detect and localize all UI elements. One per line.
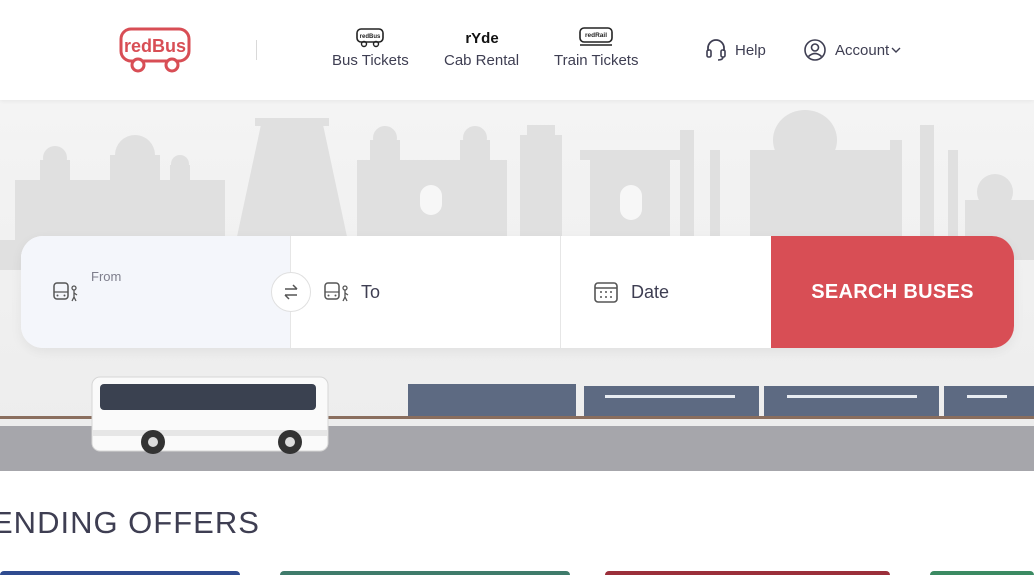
nav-bus-tickets[interactable]: redBus Bus Tickets	[332, 26, 409, 69]
svg-text:redBus: redBus	[124, 36, 186, 56]
svg-text:redBus: redBus	[360, 34, 381, 40]
redbus-logo[interactable]: redBus	[118, 24, 192, 74]
svg-text:redRail: redRail	[585, 32, 607, 39]
redrail-icon: redRail	[579, 27, 614, 46]
offer-card-edge[interactable]	[605, 571, 890, 575]
offer-card-edge[interactable]	[0, 571, 240, 575]
swap-locations-button[interactable]	[271, 272, 311, 312]
offers-section-title: ENDING OFFERS	[0, 505, 260, 540]
bus-illustration	[91, 376, 329, 454]
user-circle-icon	[804, 39, 826, 61]
train-illustration	[408, 384, 1034, 416]
swap-arrows-icon	[284, 284, 298, 300]
help-link[interactable]: Help	[705, 38, 766, 62]
from-label: From	[91, 269, 122, 284]
offer-card-edge[interactable]	[280, 571, 570, 575]
offer-card-edge[interactable]	[930, 571, 1034, 575]
redbus-logo-icon: redBus	[119, 27, 191, 73]
nav-cab-rental[interactable]: rYde Cab Rental	[444, 26, 519, 69]
date-field[interactable]: Date	[561, 236, 771, 348]
bus-passenger-icon	[53, 282, 78, 302]
from-field[interactable]: From	[21, 236, 291, 348]
nav-train-tickets[interactable]: redRail Train Tickets	[554, 26, 638, 69]
nav-label: Train Tickets	[554, 52, 639, 69]
account-menu[interactable]: Account	[803, 38, 901, 62]
search-buses-button[interactable]: SEARCH BUSES	[771, 236, 1014, 348]
nav-label: Cab Rental	[444, 52, 520, 69]
top-header: redBus redBus Bus Tickets rYde Cab Renta…	[0, 0, 1034, 100]
to-label: To	[361, 282, 381, 302]
account-label: Account	[835, 41, 890, 59]
svg-text:rYde: rYde	[465, 30, 498, 47]
date-label: Date	[631, 282, 670, 302]
bus-and-train-illustration	[0, 376, 1034, 471]
redbus-bus-icon: redBus	[356, 28, 385, 48]
bus-search-form: From To Date SEARCH BUSES	[21, 236, 1014, 348]
headset-icon	[706, 39, 726, 61]
calendar-icon	[594, 282, 618, 303]
to-field[interactable]: To	[291, 236, 561, 348]
help-label: Help	[735, 41, 766, 59]
chevron-down-icon	[891, 47, 901, 53]
header-divider	[256, 40, 257, 60]
nav-label: Bus Tickets	[332, 52, 409, 69]
ryde-icon: rYde	[465, 30, 498, 47]
bus-passenger-icon	[324, 282, 349, 302]
